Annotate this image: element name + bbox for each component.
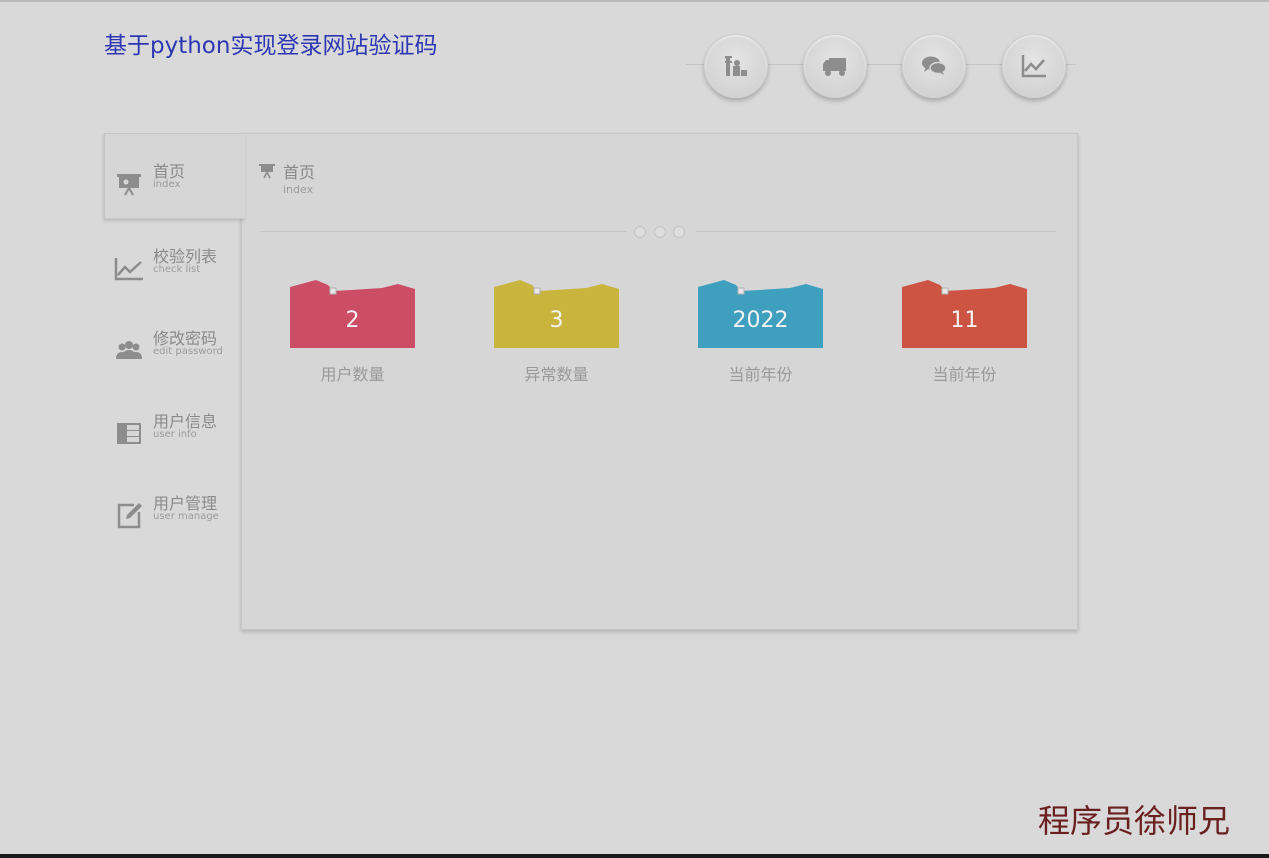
sidebar-item-sublabel: edit password bbox=[153, 346, 223, 357]
top-nav-truck[interactable] bbox=[803, 34, 867, 98]
stat-caption: 异常数量 bbox=[524, 365, 589, 384]
top-nav-stats[interactable] bbox=[704, 34, 768, 98]
bottom-border bbox=[0, 854, 1269, 858]
layout-icon bbox=[117, 423, 141, 444]
sidebar-item-sublabel: user manage bbox=[153, 511, 219, 522]
stat-value: 3 bbox=[549, 308, 564, 333]
stat-caption: 当前年份 bbox=[728, 365, 793, 384]
sidebar-item-index[interactable]: 首页 index bbox=[104, 158, 242, 218]
edit-icon bbox=[117, 503, 142, 529]
page-title: 首页 index bbox=[258, 158, 378, 202]
top-border bbox=[0, 0, 1269, 2]
line-chart-icon bbox=[1021, 55, 1046, 78]
sidebar-item-sublabel: user info bbox=[153, 429, 197, 440]
top-nav-chat[interactable] bbox=[902, 34, 966, 98]
stat-card-users: 2 用户数量 bbox=[290, 278, 415, 388]
users-icon bbox=[116, 341, 142, 359]
page-title-text: 首页 bbox=[283, 163, 316, 182]
site-title: 基于python实现登录网站验证码 bbox=[104, 33, 438, 59]
stat-card-month: 11 当前年份 bbox=[902, 278, 1027, 388]
divider-dot bbox=[634, 226, 646, 238]
stat-caption: 用户数量 bbox=[320, 365, 385, 384]
sidebar-item-edit-password[interactable]: 修改密码 edit password bbox=[104, 325, 242, 385]
presentation-icon bbox=[117, 174, 141, 196]
page-subtitle-text: index bbox=[283, 183, 314, 196]
stats-icon bbox=[725, 56, 747, 76]
stat-value: 2022 bbox=[732, 308, 789, 333]
stat-value: 2 bbox=[345, 308, 360, 333]
top-nav-chart[interactable] bbox=[1002, 34, 1066, 98]
divider-dot bbox=[654, 226, 666, 238]
stat-card-anomalies: 3 异常数量 bbox=[494, 278, 619, 388]
sidebar-item-check-list[interactable]: 校验列表 check list bbox=[104, 243, 242, 303]
watermark: 程序员徐师兄 bbox=[1038, 802, 1231, 840]
line-chart-icon bbox=[114, 258, 143, 281]
stat-value: 11 bbox=[950, 308, 979, 333]
sidebar-item-user-manage[interactable]: 用户管理 user manage bbox=[104, 490, 242, 550]
divider bbox=[260, 231, 626, 232]
sidebar-item-sublabel: index bbox=[153, 179, 181, 190]
stat-card-year: 2022 当前年份 bbox=[698, 278, 823, 388]
divider bbox=[696, 231, 1056, 232]
presentation-icon bbox=[259, 164, 275, 179]
chat-icon bbox=[922, 56, 947, 75]
truck-icon bbox=[823, 58, 846, 76]
sidebar-item-user-info[interactable]: 用户信息 user info bbox=[104, 408, 242, 468]
divider-dot bbox=[673, 226, 685, 238]
top-nav bbox=[686, 30, 1076, 100]
sidebar-item-sublabel: check list bbox=[153, 264, 201, 275]
stat-caption: 当前年份 bbox=[932, 365, 997, 384]
